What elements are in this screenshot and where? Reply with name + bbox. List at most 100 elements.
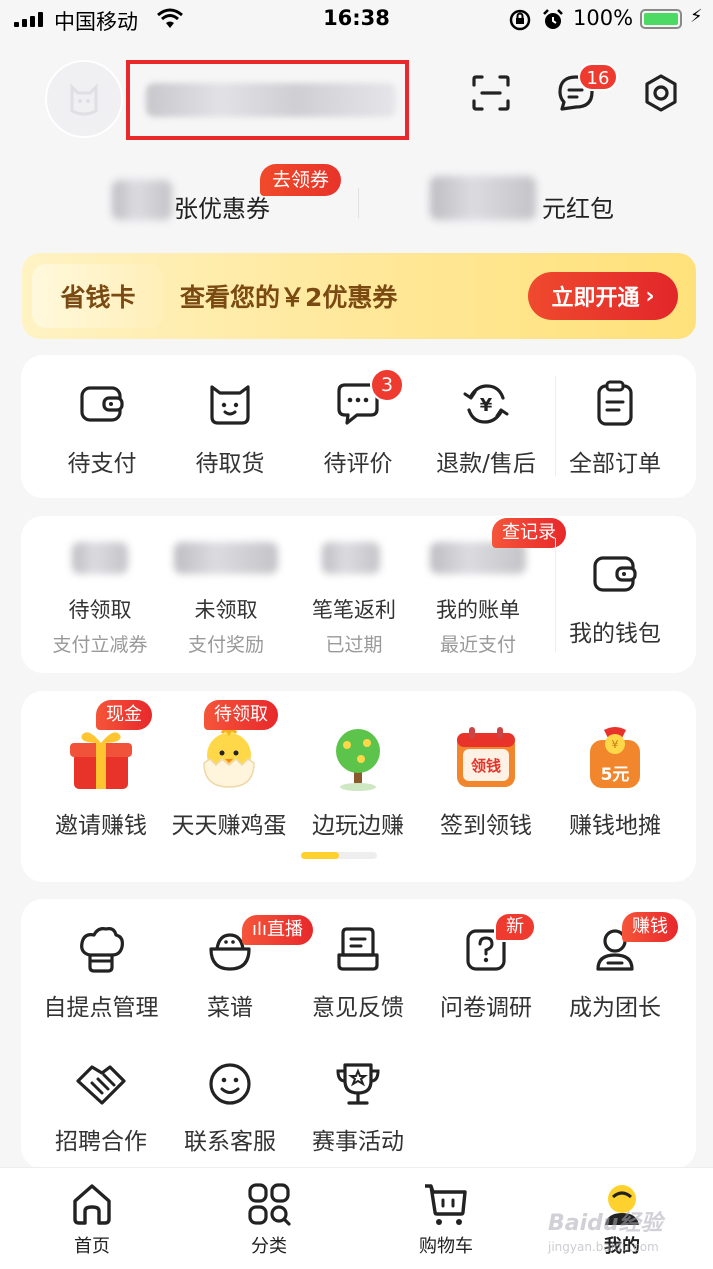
earn-item-daily-egg[interactable]: 天天赚鸡蛋 bbox=[164, 720, 294, 840]
earn-item-checkin[interactable]: 领钱 签到领钱 bbox=[422, 720, 550, 840]
earn-item-label: 边玩边赚 bbox=[312, 813, 404, 839]
tree-icon bbox=[294, 720, 422, 796]
service-item-label: 招聘合作 bbox=[55, 1129, 147, 1155]
service-item-label: 意见反馈 bbox=[312, 995, 404, 1021]
earn-money-tag: 赚钱 bbox=[622, 912, 678, 942]
calendar-icon: 领钱 bbox=[422, 720, 550, 796]
carousel-progress bbox=[301, 852, 377, 859]
earn-item-invite[interactable]: 邀请赚钱 bbox=[36, 720, 166, 840]
grid-icon bbox=[209, 1180, 329, 1228]
order-item-all[interactable]: 全部订单 bbox=[556, 378, 674, 478]
clipboard-icon bbox=[556, 378, 674, 430]
tab-home[interactable]: 首页 bbox=[32, 1180, 152, 1258]
service-item-feedback[interactable]: 意见反馈 bbox=[294, 922, 422, 1022]
alarm-icon bbox=[541, 8, 565, 37]
service-item-customer-service[interactable]: 联系客服 bbox=[166, 1056, 294, 1156]
avatar[interactable] bbox=[45, 60, 123, 138]
refund-icon: ¥ bbox=[425, 378, 547, 430]
wallet-icon bbox=[556, 548, 674, 600]
service-item-events[interactable]: 赛事活动 bbox=[294, 1056, 422, 1156]
trophy-icon bbox=[294, 1056, 422, 1112]
smile-icon bbox=[166, 1056, 294, 1112]
earn-item-label: 签到领钱 bbox=[440, 813, 532, 839]
wallet-item-sub: 支付奖励 bbox=[187, 634, 264, 656]
order-item-label: 待支付 bbox=[67, 451, 137, 477]
cash-tag: 现金 bbox=[96, 700, 152, 730]
money-bag-icon: ¥5元 bbox=[550, 720, 680, 796]
wallet-item-bills[interactable]: 我的账单 最近支付 bbox=[414, 594, 542, 657]
service-item-label: 联系客服 bbox=[184, 1129, 276, 1155]
wallet-item-to-claim[interactable]: 待领取 支付立减券 bbox=[34, 594, 166, 657]
status-bar: 中国移动 16:38 100% ⚡ bbox=[0, 0, 713, 40]
chevron-right-icon: › bbox=[645, 283, 655, 309]
tab-cart[interactable]: 购物车 bbox=[386, 1180, 506, 1258]
feedback-icon bbox=[294, 922, 422, 978]
wallet-value-blurred bbox=[174, 542, 278, 574]
order-item-label: 退款/售后 bbox=[436, 451, 536, 477]
bag-icon bbox=[169, 378, 291, 430]
wallet-item-sub: 支付立减券 bbox=[52, 634, 148, 656]
handshake-icon bbox=[36, 1056, 166, 1112]
get-coupon-badge[interactable]: 去领券 bbox=[260, 164, 342, 196]
order-item-refund[interactable]: ¥ 退款/售后 bbox=[425, 378, 547, 478]
service-item-recruitment[interactable]: 招聘合作 bbox=[36, 1056, 166, 1156]
order-item-pending-payment[interactable]: 待支付 bbox=[41, 378, 163, 478]
svg-text:¥: ¥ bbox=[480, 395, 493, 416]
earn-item-label: 天天赚鸡蛋 bbox=[171, 813, 287, 839]
earn-item-stall[interactable]: ¥5元 赚钱地摊 bbox=[550, 720, 680, 840]
new-tag: 新 bbox=[494, 912, 536, 942]
earn-item-label: 赚钱地摊 bbox=[569, 813, 661, 839]
saving-card-text: 查看您的￥2优惠券 bbox=[180, 283, 398, 312]
service-item-label: 成为团长 bbox=[569, 995, 661, 1021]
watermark: Baidu经验 bbox=[548, 1211, 663, 1236]
wallet-item-label: 笔笔返利 bbox=[312, 598, 396, 622]
coupon-label[interactable]: 张优惠券 bbox=[174, 189, 270, 224]
chef-hat-icon bbox=[36, 922, 166, 978]
my-wallet-entry[interactable]: 我的钱包 bbox=[556, 548, 674, 648]
username bbox=[146, 83, 396, 117]
svg-text:¥: ¥ bbox=[612, 738, 619, 751]
earn-item-play[interactable]: 边玩边赚 bbox=[294, 720, 422, 840]
order-item-label: 全部订单 bbox=[569, 451, 661, 477]
settings-icon[interactable] bbox=[638, 70, 684, 116]
home-icon bbox=[32, 1180, 152, 1228]
service-item-label: 自提点管理 bbox=[43, 995, 159, 1021]
cart-icon bbox=[386, 1180, 506, 1228]
scan-icon[interactable] bbox=[468, 70, 514, 116]
redpacket-label[interactable]: 元红包 bbox=[542, 189, 614, 224]
review-count-badge: 3 bbox=[370, 368, 404, 402]
saving-card-tag: 省钱卡 bbox=[32, 264, 164, 328]
coupon-count[interactable] bbox=[112, 180, 172, 220]
wallet-icon bbox=[41, 378, 163, 430]
wallet-item-label: 我的账单 bbox=[436, 598, 520, 622]
redpacket-amount[interactable] bbox=[430, 176, 536, 220]
watermark-url: jingyan.baidu.com bbox=[548, 1240, 659, 1254]
rotation-lock-icon bbox=[508, 8, 532, 37]
username-highlight-box[interactable] bbox=[126, 60, 409, 140]
order-item-label: 待取货 bbox=[195, 451, 265, 477]
battery-percentage: 100% bbox=[573, 6, 634, 30]
open-now-button[interactable]: 立即开通 › bbox=[528, 272, 678, 320]
wallet-item-label: 待领取 bbox=[68, 598, 132, 622]
my-wallet-label: 我的钱包 bbox=[569, 621, 661, 647]
charging-icon: ⚡ bbox=[690, 6, 703, 27]
tab-category[interactable]: 分类 bbox=[209, 1180, 329, 1258]
order-item-label: 待评价 bbox=[323, 451, 393, 477]
order-item-pending-pickup[interactable]: 待取货 bbox=[169, 378, 291, 478]
wallet-item-unclaimed[interactable]: 未领取 支付奖励 bbox=[162, 594, 290, 657]
tab-label: 分类 bbox=[251, 1236, 287, 1257]
earn-item-label: 邀请赚钱 bbox=[55, 813, 147, 839]
message-count-badge: 16 bbox=[578, 63, 618, 91]
chick-icon bbox=[164, 720, 294, 796]
service-item-pickup-point[interactable]: 自提点管理 bbox=[36, 922, 166, 1022]
wallet-value-blurred bbox=[322, 542, 380, 574]
tab-label: 购物车 bbox=[419, 1236, 473, 1257]
service-item-label: 问卷调研 bbox=[440, 995, 532, 1021]
calendar-icon-text: 领钱 bbox=[470, 757, 501, 775]
wallet-item-rebate[interactable]: 笔笔返利 已过期 bbox=[290, 594, 418, 657]
wallet-item-label: 未领取 bbox=[194, 598, 258, 622]
wallet-value-blurred bbox=[72, 542, 128, 574]
wallet-item-sub: 最近支付 bbox=[439, 634, 516, 656]
battery-icon bbox=[640, 9, 682, 29]
live-icon: ılı bbox=[252, 919, 268, 940]
